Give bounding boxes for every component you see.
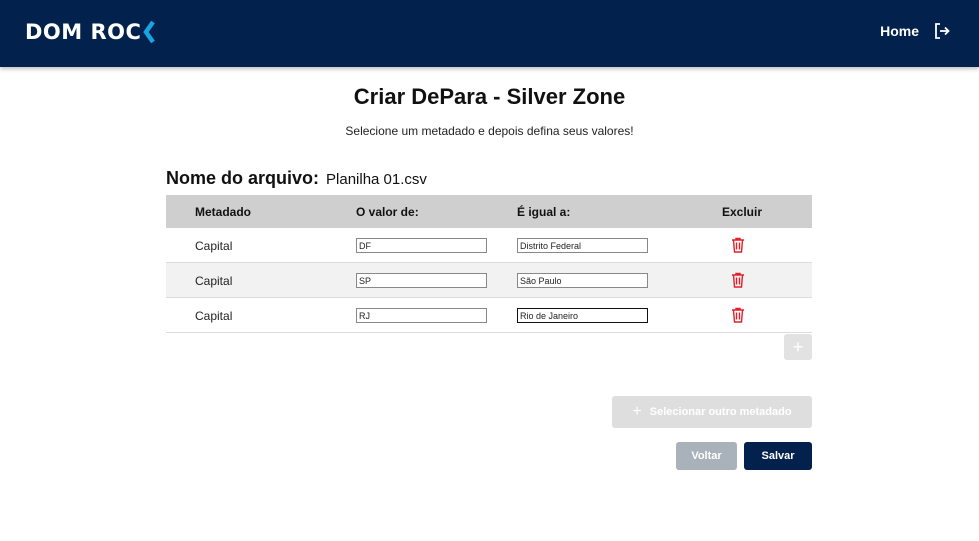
metadado-cell: Capital — [195, 309, 233, 323]
column-header-igual-a: É igual a: — [517, 205, 571, 219]
table-row: Capital — [166, 263, 812, 298]
dom-rock-logo[interactable]: DOM ROC — [25, 19, 158, 45]
home-link[interactable]: Home — [880, 23, 919, 39]
igual-a-input[interactable] — [517, 273, 648, 288]
plus-icon: + — [632, 403, 642, 420]
column-header-metadado: Metadado — [195, 205, 252, 219]
header-nav: Home — [880, 22, 951, 40]
trash-icon[interactable] — [731, 307, 745, 323]
valor-de-input[interactable] — [356, 308, 487, 323]
table-row: Capital — [166, 298, 812, 333]
logo-text: DOM ROC — [25, 20, 142, 44]
metadado-cell: Capital — [195, 274, 233, 288]
table-header: Metadado O valor de: É igual a: Excluir — [166, 195, 812, 228]
column-header-excluir: Excluir — [722, 205, 763, 219]
file-name-section: Nome do arquivo: Planilha 01.csv — [166, 168, 427, 189]
valor-de-input[interactable] — [356, 238, 487, 253]
table-row: Capital — [166, 228, 812, 263]
igual-a-input[interactable] — [517, 308, 648, 323]
logout-icon[interactable] — [933, 22, 951, 40]
igual-a-input[interactable] — [517, 238, 648, 253]
back-button[interactable]: Voltar — [676, 442, 737, 470]
top-navbar: DOM ROC Home — [0, 0, 979, 67]
metadado-cell: Capital — [195, 239, 233, 253]
trash-icon[interactable] — [731, 237, 745, 253]
add-row-button[interactable]: + — [784, 334, 812, 360]
file-name-value: Planilha 01.csv — [326, 171, 427, 188]
select-other-metadata-label: Selecionar outro metadado — [649, 406, 792, 418]
logo-k-mark-icon — [143, 20, 156, 44]
page-title: Criar DePara - Silver Zone — [353, 84, 626, 109]
trash-icon[interactable] — [731, 272, 745, 288]
file-name-label: Nome do arquivo: — [166, 168, 320, 188]
column-header-valor-de: O valor de: — [356, 205, 419, 219]
valor-de-input[interactable] — [356, 273, 487, 288]
select-other-metadata-button[interactable]: + Selecionar outro metadado — [612, 396, 812, 428]
save-button[interactable]: Salvar — [744, 442, 812, 470]
depara-table: Metadado O valor de: É igual a: Excluir … — [166, 195, 812, 333]
page-subtitle: Selecione um metadado e depois defina se… — [345, 124, 634, 138]
